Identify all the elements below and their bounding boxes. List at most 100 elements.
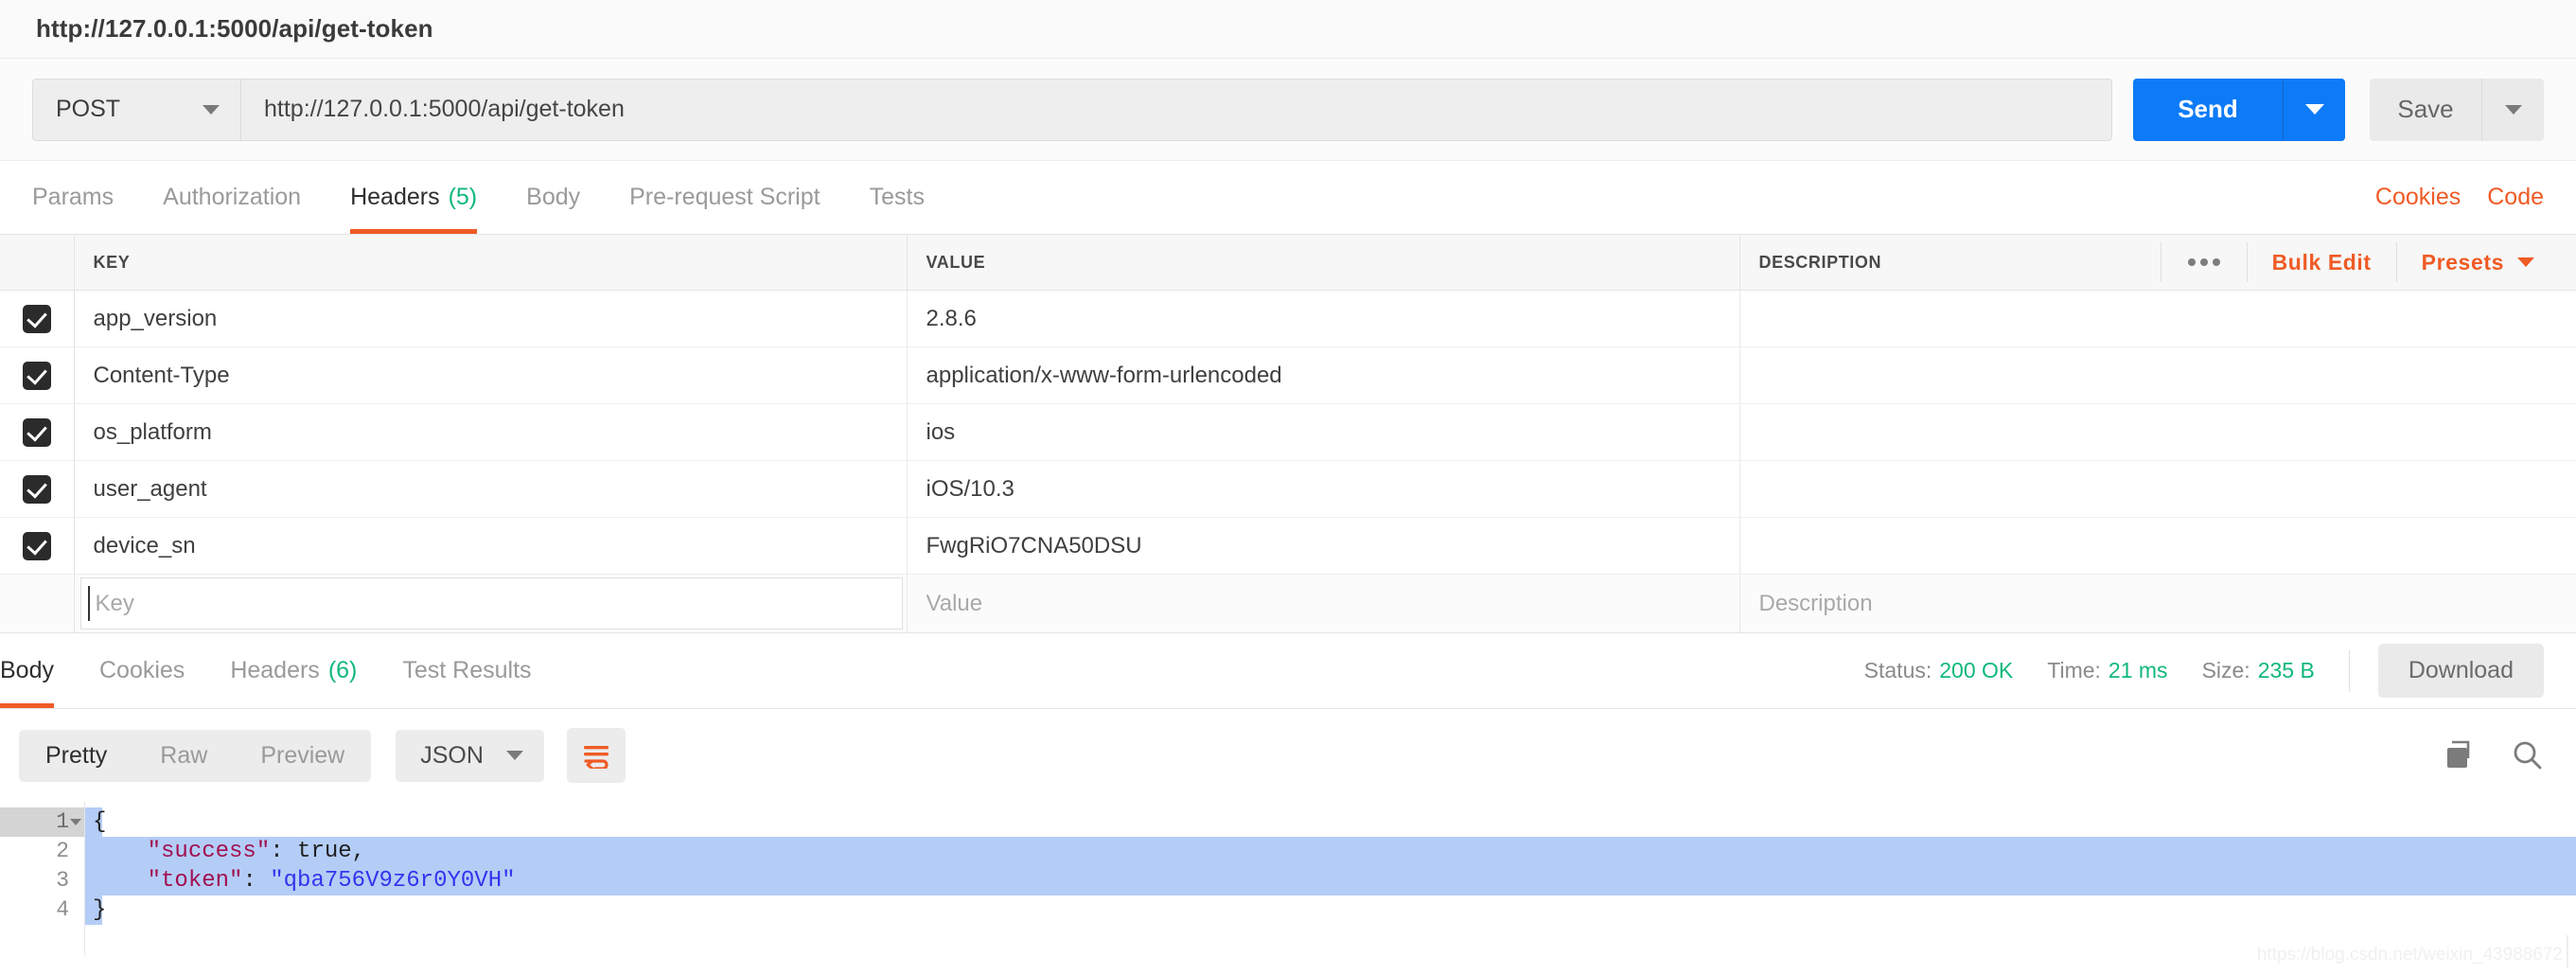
line-number-gutter: 1 2 3 4: [0, 802, 85, 955]
chevron-down-icon: [2517, 257, 2534, 267]
row-value[interactable]: application/x-www-form-urlencoded: [907, 346, 1740, 404]
new-row-value-input[interactable]: Value: [907, 574, 1740, 633]
download-button[interactable]: Download: [2377, 644, 2544, 698]
response-tab-test-results[interactable]: Test Results: [379, 633, 554, 708]
line-number: 4: [56, 897, 69, 922]
row-description[interactable]: [1739, 460, 2576, 518]
tab-label: Cookies: [98, 657, 185, 683]
body-toolbar-icons: [2444, 739, 2544, 771]
row-description[interactable]: [1739, 346, 2576, 404]
presets-label: Presets: [2421, 249, 2504, 275]
tab-label: Authorization: [163, 184, 302, 210]
row-key[interactable]: os_platform: [74, 403, 908, 461]
row-checkbox-cell[interactable]: [0, 403, 75, 461]
code-line[interactable]: "token": "qba756V9z6r0Y0VH": [85, 866, 2576, 895]
row-value[interactable]: 2.8.6: [907, 290, 1740, 347]
divider: [2348, 649, 2350, 692]
new-header-row[interactable]: Key Value Description: [0, 574, 2576, 633]
response-tabs-group: Body Cookies Headers (6) Test Results: [0, 633, 555, 708]
table-row[interactable]: Content-Type application/x-www-form-urle…: [0, 346, 2576, 404]
send-options-button[interactable]: [2283, 78, 2345, 141]
http-method-label: POST: [56, 96, 121, 122]
row-key[interactable]: device_sn: [74, 517, 908, 575]
row-value[interactable]: ios: [907, 403, 1740, 461]
tab-body[interactable]: Body: [502, 161, 605, 234]
row-description[interactable]: [1739, 517, 2576, 575]
code-line[interactable]: {: [85, 807, 2576, 837]
row-value[interactable]: FwgRiO7CNA50DSU: [907, 517, 1740, 575]
response-body-toolbar: Pretty Raw Preview JSON: [0, 709, 2576, 802]
cookies-link[interactable]: Cookies: [2375, 184, 2461, 211]
word-wrap-button[interactable]: [566, 728, 626, 783]
code-token-key: "success": [147, 839, 271, 864]
tab-params[interactable]: Params: [32, 161, 138, 234]
http-method-select[interactable]: POST: [32, 78, 240, 141]
bulk-edit-button[interactable]: Bulk Edit: [2246, 242, 2396, 282]
response-tab-headers[interactable]: Headers (6): [207, 633, 379, 708]
code-lines[interactable]: { "success": true, "token": "qba756V9z6r…: [85, 802, 2576, 955]
dot-icon: [2187, 258, 2196, 266]
word-wrap-icon: [583, 746, 609, 769]
row-value[interactable]: iOS/10.3: [907, 460, 1740, 518]
presets-button[interactable]: Presets: [2395, 242, 2544, 282]
table-row[interactable]: device_sn FwgRiO7CNA50DSU: [0, 517, 2576, 575]
watermark: https://blog.csdn.net/weixin_43988672: [2256, 945, 2563, 965]
row-checkbox-cell[interactable]: [0, 290, 75, 347]
tab-label: Body: [526, 184, 581, 210]
more-options-button[interactable]: [2160, 242, 2247, 282]
key-input[interactable]: Key: [79, 577, 903, 629]
send-button-group: Send: [2133, 78, 2345, 141]
send-button[interactable]: Send: [2133, 78, 2283, 141]
row-checkbox[interactable]: [22, 531, 51, 560]
tab-authorization[interactable]: Authorization: [138, 161, 326, 234]
table-row[interactable]: app_version 2.8.6: [0, 290, 2576, 347]
table-row[interactable]: user_agent iOS/10.3: [0, 460, 2576, 518]
code-token-punct: ,: [351, 839, 366, 864]
table-row[interactable]: os_platform ios: [0, 403, 2576, 461]
fold-arrow-icon[interactable]: [70, 819, 81, 825]
line-number[interactable]: 1: [0, 807, 84, 837]
tab-label: Params: [32, 184, 115, 210]
row-description[interactable]: [1739, 403, 2576, 461]
code-line[interactable]: "success": true,: [85, 837, 2576, 866]
tab-label: Headers: [230, 657, 320, 683]
row-description[interactable]: [1739, 290, 2576, 347]
code-link[interactable]: Code: [2487, 184, 2544, 211]
row-checkbox-cell[interactable]: [0, 346, 75, 404]
new-row-description-input[interactable]: Description: [1739, 574, 2576, 633]
tab-label: Pre-request Script: [629, 184, 820, 210]
save-button[interactable]: Save: [2370, 78, 2481, 141]
response-tab-cookies[interactable]: Cookies: [77, 633, 207, 708]
row-checkbox[interactable]: [22, 304, 51, 333]
body-mode-raw[interactable]: Raw: [133, 730, 234, 782]
row-checkbox[interactable]: [22, 361, 51, 390]
tab-headers[interactable]: Headers (5): [326, 161, 502, 234]
body-format-select[interactable]: JSON: [396, 729, 544, 782]
row-key[interactable]: Content-Type: [74, 346, 908, 404]
body-mode-preview[interactable]: Preview: [234, 730, 371, 782]
column-header-key: KEY: [74, 235, 908, 291]
row-key[interactable]: user_agent: [74, 460, 908, 518]
row-checkbox-cell[interactable]: [0, 517, 75, 575]
row-checkbox-cell[interactable]: [0, 460, 75, 518]
row-checkbox[interactable]: [22, 417, 51, 447]
row-checkbox[interactable]: [22, 474, 51, 504]
search-button[interactable]: [2512, 739, 2544, 771]
response-tab-body[interactable]: Body: [0, 633, 77, 708]
save-options-button[interactable]: [2481, 78, 2544, 141]
copy-button[interactable]: [2444, 739, 2476, 771]
status-badge: Status: 200 OK: [1864, 658, 2014, 683]
code-token-punct: :: [242, 868, 271, 894]
row-key[interactable]: app_version: [74, 290, 908, 347]
tab-tests[interactable]: Tests: [845, 161, 949, 234]
column-header-description: DESCRIPTION Bulk Edit Presets: [1739, 235, 2576, 291]
response-tab-bar: Body Cookies Headers (6) Test Results St…: [0, 633, 2576, 709]
url-input[interactable]: http://127.0.0.1:5000/api/get-token: [240, 78, 2112, 141]
status-value: 200 OK: [1939, 658, 2014, 682]
tab-label: Test Results: [402, 657, 532, 683]
new-row-key-cell[interactable]: Key: [74, 574, 908, 633]
code-line[interactable]: }: [85, 895, 2576, 925]
body-mode-pretty[interactable]: Pretty: [19, 730, 133, 782]
response-body-code[interactable]: 1 2 3 4 { "success": true, "token": "qba…: [0, 802, 2576, 955]
tab-pre-request-script[interactable]: Pre-request Script: [605, 161, 844, 234]
